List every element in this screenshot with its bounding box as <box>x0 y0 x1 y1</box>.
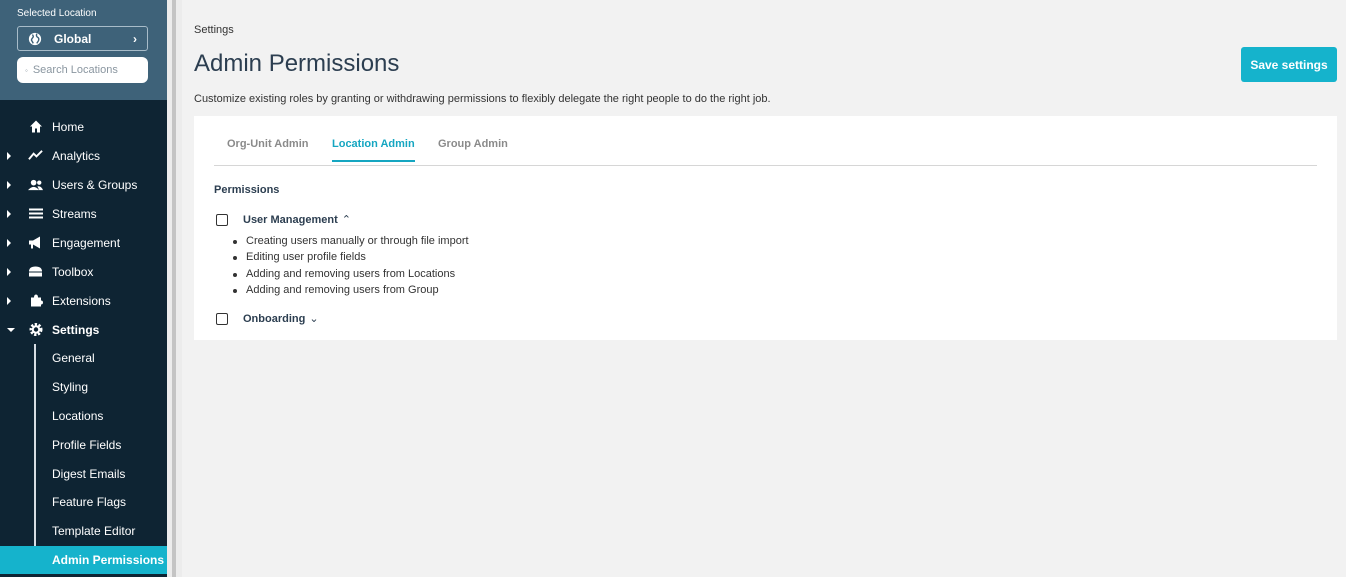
sidebar-subitem-label: Profile Fields <box>52 437 122 452</box>
selected-location-label: Selected Location <box>17 8 97 19</box>
analytics-icon <box>28 148 43 163</box>
caret-right-icon <box>7 180 11 189</box>
sidebar-subitem-label: Template Editor <box>52 524 136 539</box>
sidebar-subitem-label: Admin Permissions <box>52 552 165 567</box>
tab-group-admin[interactable]: Group Admin <box>438 138 508 160</box>
caret-right-icon <box>7 267 11 276</box>
chevron-right-icon: › <box>133 31 137 46</box>
page-title: Admin Permissions <box>194 50 400 77</box>
list-item: Editing user profile fields <box>233 251 469 267</box>
sidebar-subitem-template-editor[interactable]: Template Editor <box>0 517 167 546</box>
tab-org-unit-admin[interactable]: Org-Unit Admin <box>227 138 308 160</box>
sidebar-subitem-label: Digest Emails <box>52 466 126 481</box>
sidebar-subitem-general[interactable]: General <box>0 344 167 373</box>
sidebar-item-label: Users & Groups <box>52 177 138 192</box>
sidebar-item-users-groups[interactable]: Users & Groups <box>0 170 167 199</box>
permissions-card: Org-Unit Admin Location Admin Group Admi… <box>194 116 1337 340</box>
gear-icon <box>28 322 43 337</box>
permission-label[interactable]: Onboarding <box>243 313 305 325</box>
search-locations-input[interactable] <box>32 64 133 76</box>
search-icon: ◦ <box>25 65 28 75</box>
sidebar-item-settings[interactable]: Settings <box>0 315 167 344</box>
sidebar: Selected Location Global › ◦ Home Analyt… <box>0 0 167 577</box>
sidebar-subitem-feature-flags[interactable]: Feature Flags <box>0 488 167 517</box>
sidebar-item-analytics[interactable]: Analytics <box>0 141 167 170</box>
caret-right-icon <box>7 238 11 247</box>
permissions-heading: Permissions <box>214 184 280 196</box>
sidebar-item-label: Home <box>52 119 85 134</box>
breadcrumb: Settings <box>194 24 234 36</box>
permission-user-management: User Management ⌃ <box>216 213 351 226</box>
caret-right-icon <box>7 151 11 160</box>
globe-icon <box>28 32 42 45</box>
sidebar-subitem-label: Styling <box>52 380 89 395</box>
list-item: Adding and removing users from Group <box>233 284 469 300</box>
location-button[interactable]: Global › <box>17 26 148 51</box>
chevron-down-icon[interactable]: ⌄ <box>309 312 318 325</box>
main-content: Settings Admin Permissions Save settings… <box>182 0 1346 577</box>
list-item: Creating users manually or through file … <box>233 235 469 251</box>
sidebar-subitem-locations[interactable]: Locations <box>0 402 167 431</box>
permission-label[interactable]: User Management <box>243 214 338 226</box>
save-settings-button[interactable]: Save settings <box>1241 47 1337 82</box>
sidebar-item-label: Extensions <box>52 293 111 308</box>
chevron-up-icon[interactable]: ⌃ <box>342 213 351 226</box>
settings-submenu: General Styling Locations Profile Fields… <box>0 344 167 575</box>
sidebar-subitem-label: Locations <box>52 408 104 423</box>
caret-right-icon <box>7 209 11 218</box>
sidebar-item-engagement[interactable]: Engagement <box>0 228 167 257</box>
sidebar-item-label: Toolbox <box>52 264 94 279</box>
users-icon <box>28 177 43 192</box>
megaphone-icon <box>28 235 43 250</box>
home-icon <box>28 119 43 134</box>
sidebar-item-label: Streams <box>52 206 97 221</box>
caret-right-icon <box>7 296 11 305</box>
page-description: Customize existing roles by granting or … <box>194 93 771 105</box>
sidebar-item-streams[interactable]: Streams <box>0 199 167 228</box>
sidebar-subitem-label: General <box>52 351 95 366</box>
puzzle-icon <box>28 293 43 308</box>
caret-down-icon <box>7 327 15 332</box>
sidebar-item-home[interactable]: Home <box>0 112 167 141</box>
sidebar-subitem-label: Feature Flags <box>52 495 127 510</box>
sidebar-subitem-profile-fields[interactable]: Profile Fields <box>0 430 167 459</box>
sidebar-item-label: Engagement <box>52 235 121 250</box>
user-management-checkbox[interactable] <box>216 213 228 226</box>
sidebar-subitem-admin-permissions[interactable]: Admin Permissions <box>0 545 167 575</box>
divider-bar <box>172 0 176 577</box>
location-selector-panel: Selected Location Global › ◦ <box>0 0 167 100</box>
location-button-label: Global <box>54 31 92 46</box>
permission-onboarding: Onboarding ⌄ <box>216 312 319 325</box>
sidebar-item-extensions[interactable]: Extensions <box>0 286 167 315</box>
tab-location-admin[interactable]: Location Admin <box>332 138 415 162</box>
user-management-items: Creating users manually or through file … <box>233 235 469 300</box>
toolbox-icon <box>28 264 43 279</box>
streams-icon <box>28 206 43 221</box>
sidebar-resize-divider[interactable] <box>167 0 182 577</box>
admin-role-tabs: Org-Unit Admin Location Admin Group Admi… <box>214 116 1317 166</box>
sidebar-subitem-digest-emails[interactable]: Digest Emails <box>0 459 167 488</box>
sidebar-nav: Home Analytics Users & Groups Streams En… <box>0 112 167 575</box>
sidebar-subitem-styling[interactable]: Styling <box>0 373 167 402</box>
list-item: Adding and removing users from Locations <box>233 268 469 284</box>
sidebar-item-label: Analytics <box>52 148 101 163</box>
sidebar-item-label: Settings <box>52 322 100 337</box>
onboarding-checkbox[interactable] <box>216 312 228 325</box>
sidebar-item-toolbox[interactable]: Toolbox <box>0 257 167 286</box>
search-locations-box: ◦ <box>17 57 148 83</box>
